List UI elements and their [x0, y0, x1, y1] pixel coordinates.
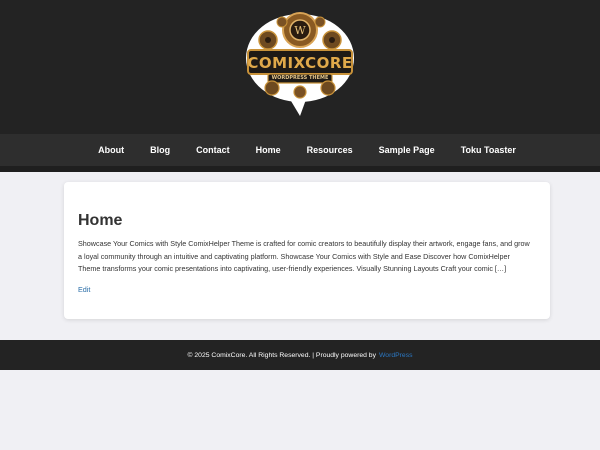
site-logo[interactable]: W COMIXCORE WORDPRESS THEME — [242, 8, 358, 118]
nav-item-sample-page[interactable]: Sample Page — [379, 145, 435, 155]
nav-item-about[interactable]: About — [98, 145, 124, 155]
nav-item-contact[interactable]: Contact — [196, 145, 230, 155]
logo-subtitle: WORDPRESS THEME — [271, 75, 329, 81]
post-excerpt: Showcase Your Comics with Style ComixHel… — [78, 239, 530, 273]
footer-wordpress-link[interactable]: WordPress — [379, 352, 413, 359]
main-navigation: About Blog Contact Home Resources Sample… — [0, 134, 600, 166]
svg-text:W: W — [294, 24, 306, 37]
post-card: Home Showcase Your Comics with Style Com… — [64, 182, 550, 319]
nav-item-blog[interactable]: Blog — [150, 145, 170, 155]
nav-item-resources[interactable]: Resources — [307, 145, 353, 155]
site-footer: © 2025 ComixCore. All Rights Reserved. |… — [0, 340, 600, 370]
nav-item-home[interactable]: Home — [256, 145, 281, 155]
logo-text: COMIXCORE — [247, 54, 353, 72]
footer-copyright: © 2025 ComixCore. All Rights Reserved. |… — [187, 351, 377, 359]
content-area: Home Showcase Your Comics with Style Com… — [0, 172, 600, 340]
edit-link[interactable]: Edit — [78, 285, 90, 294]
post-title[interactable]: Home — [78, 212, 536, 230]
site-header: W COMIXCORE WORDPRESS THEME — [0, 0, 600, 134]
nav-item-toku-toaster[interactable]: Toku Toaster — [461, 145, 516, 155]
